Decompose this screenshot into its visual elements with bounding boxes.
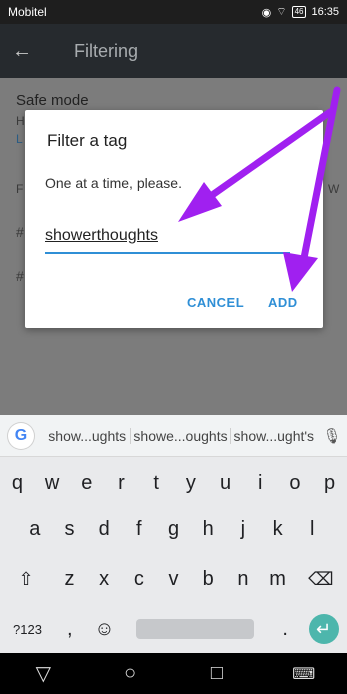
key-row-4: ?123 , ☺ . ↵	[0, 607, 347, 651]
suggestion[interactable]: showe...oughts	[131, 427, 231, 444]
add-button[interactable]: ADD	[268, 295, 298, 310]
key-t[interactable]: t	[139, 461, 174, 505]
key-row-2: a s d f g h j k l	[0, 507, 347, 551]
tag-input[interactable]	[45, 214, 290, 254]
key-z[interactable]: z	[52, 557, 87, 601]
status-icons: ◉ ⌔ 46 16:35	[262, 5, 339, 19]
key-l[interactable]: l	[295, 507, 330, 551]
key-p[interactable]: p	[312, 461, 347, 505]
key-b[interactable]: b	[191, 557, 226, 601]
tag-item: #	[16, 268, 24, 284]
comma-key[interactable]: ,	[52, 607, 87, 651]
back-arrow-icon[interactable]: ←	[0, 40, 44, 63]
key-f[interactable]: f	[121, 507, 156, 551]
tag-item: #	[16, 224, 24, 240]
mic-icon[interactable]: 🎙	[317, 427, 347, 445]
key-s[interactable]: s	[52, 507, 87, 551]
keyboard: G show...ughts showe...oughts show...ugh…	[0, 415, 347, 653]
key-y[interactable]: y	[174, 461, 209, 505]
key-o[interactable]: o	[278, 461, 313, 505]
key-j[interactable]: j	[226, 507, 261, 551]
key-e[interactable]: e	[69, 461, 104, 505]
nav-back-icon[interactable]: ▽	[23, 661, 63, 686]
key-k[interactable]: k	[260, 507, 295, 551]
eye-icon: ◉	[261, 6, 272, 19]
emoji-icon[interactable]: ☺	[87, 607, 122, 651]
battery-icon: 46	[291, 6, 307, 18]
cancel-button[interactable]: CANCEL	[187, 295, 244, 310]
shift-icon[interactable]: ⇧	[0, 557, 52, 601]
safe-mode-label: Safe mode	[16, 92, 89, 109]
key-c[interactable]: c	[121, 557, 156, 601]
key-row-3: ⇧ z x c v b n m ⌫	[0, 557, 347, 601]
symbols-key[interactable]: ?123	[2, 607, 52, 651]
key-h[interactable]: h	[191, 507, 226, 551]
nav-recents-icon[interactable]: □	[197, 662, 237, 685]
navigation-bar: ▽ ○ □ ⌨	[0, 653, 347, 694]
enter-icon[interactable]: ↵	[308, 614, 339, 644]
key-w[interactable]: w	[35, 461, 70, 505]
key-v[interactable]: v	[156, 557, 191, 601]
key-r[interactable]: r	[104, 461, 139, 505]
page-title: Filtering	[74, 40, 139, 61]
dim-overlay	[0, 388, 347, 415]
key-n[interactable]: n	[226, 557, 261, 601]
key-a[interactable]: a	[17, 507, 52, 551]
setting-fragment: L	[16, 132, 23, 146]
section-fragment: F	[16, 182, 24, 196]
app-bar: ← Filtering	[0, 24, 347, 78]
wifi-icon: ⌔	[276, 6, 287, 18]
key-row-1: q w e r t y u i o p	[0, 461, 347, 505]
suggestion[interactable]: show...ught's	[231, 428, 317, 444]
status-bar: Mobitel ◉ ⌔ 46 16:35	[0, 0, 347, 24]
filter-tag-dialog: Filter a tag One at a time, please. CANC…	[25, 110, 323, 328]
keyboard-icon[interactable]: ⌨	[284, 664, 324, 684]
key-x[interactable]: x	[87, 557, 122, 601]
key-q[interactable]: q	[0, 461, 35, 505]
suggestion-strip: G show...ughts showe...oughts show...ugh…	[0, 415, 347, 457]
dialog-title: Filter a tag	[47, 131, 128, 150]
dialog-message: One at a time, please.	[45, 175, 182, 191]
nav-home-icon[interactable]: ○	[110, 662, 150, 685]
key-m[interactable]: m	[260, 557, 295, 601]
space-bar[interactable]	[135, 619, 254, 639]
key-g[interactable]: g	[156, 507, 191, 551]
key-d[interactable]: d	[87, 507, 122, 551]
backspace-icon[interactable]: ⌫	[295, 557, 347, 601]
setting-fragment: H	[16, 114, 25, 128]
google-icon[interactable]: G	[8, 422, 34, 449]
section-fragment: W	[328, 182, 340, 196]
key-u[interactable]: u	[208, 461, 243, 505]
carrier-name: Mobitel	[8, 5, 47, 19]
period-key[interactable]: .	[268, 607, 303, 651]
key-i[interactable]: i	[243, 461, 278, 505]
suggestion[interactable]: show...ughts	[44, 427, 132, 444]
status-time: 16:35	[311, 6, 339, 18]
